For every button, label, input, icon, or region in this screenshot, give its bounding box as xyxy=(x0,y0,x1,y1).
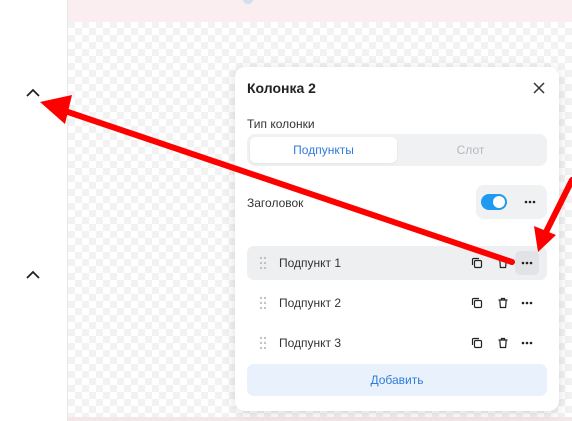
header-label: Заголовок xyxy=(247,196,304,210)
subitem-label: Подпункт 3 xyxy=(279,336,342,350)
header-more-button[interactable] xyxy=(518,190,542,214)
drag-handle-icon[interactable] xyxy=(259,256,267,270)
column-type-option-slot[interactable]: Слот xyxy=(397,137,544,163)
trash-icon[interactable] xyxy=(495,255,511,271)
subitem-label: Подпункт 2 xyxy=(279,296,342,310)
column-type-switch: Подпункты Слот xyxy=(247,134,547,166)
subitem-row[interactable]: Подпункт 3 xyxy=(247,326,547,360)
more-icon[interactable] xyxy=(515,251,539,275)
side-strip xyxy=(0,0,68,421)
close-icon[interactable] xyxy=(531,80,547,96)
panel-title: Колонка 2 xyxy=(247,80,316,96)
copy-icon[interactable] xyxy=(469,335,485,351)
header-controls xyxy=(476,185,547,219)
column-type-label: Тип колонки xyxy=(247,117,315,131)
chevron-up-icon[interactable] xyxy=(22,264,44,286)
toggle-knob xyxy=(493,196,505,208)
canvas-top-band xyxy=(68,0,572,22)
column-settings-panel: Колонка 2 Тип колонки Подпункты Слот Заг… xyxy=(235,67,559,411)
copy-icon[interactable] xyxy=(469,255,485,271)
drag-handle-icon[interactable] xyxy=(259,336,267,350)
drag-handle-icon[interactable] xyxy=(259,296,267,310)
column-type-option-subitems[interactable]: Подпункты xyxy=(250,137,397,163)
add-subitem-button[interactable]: Добавить xyxy=(247,364,547,396)
chevron-up-icon[interactable] xyxy=(22,82,44,104)
subitem-row[interactable]: Подпункт 1 xyxy=(247,246,547,280)
trash-icon[interactable] xyxy=(495,335,511,351)
more-icon[interactable] xyxy=(515,291,539,315)
subitem-label: Подпункт 1 xyxy=(279,256,342,270)
subitem-row[interactable]: Подпункт 2 xyxy=(247,286,547,320)
more-icon[interactable] xyxy=(515,331,539,355)
canvas-bottom-band xyxy=(68,417,572,421)
header-toggle[interactable] xyxy=(481,194,507,210)
trash-icon[interactable] xyxy=(495,295,511,311)
copy-icon[interactable] xyxy=(469,295,485,311)
